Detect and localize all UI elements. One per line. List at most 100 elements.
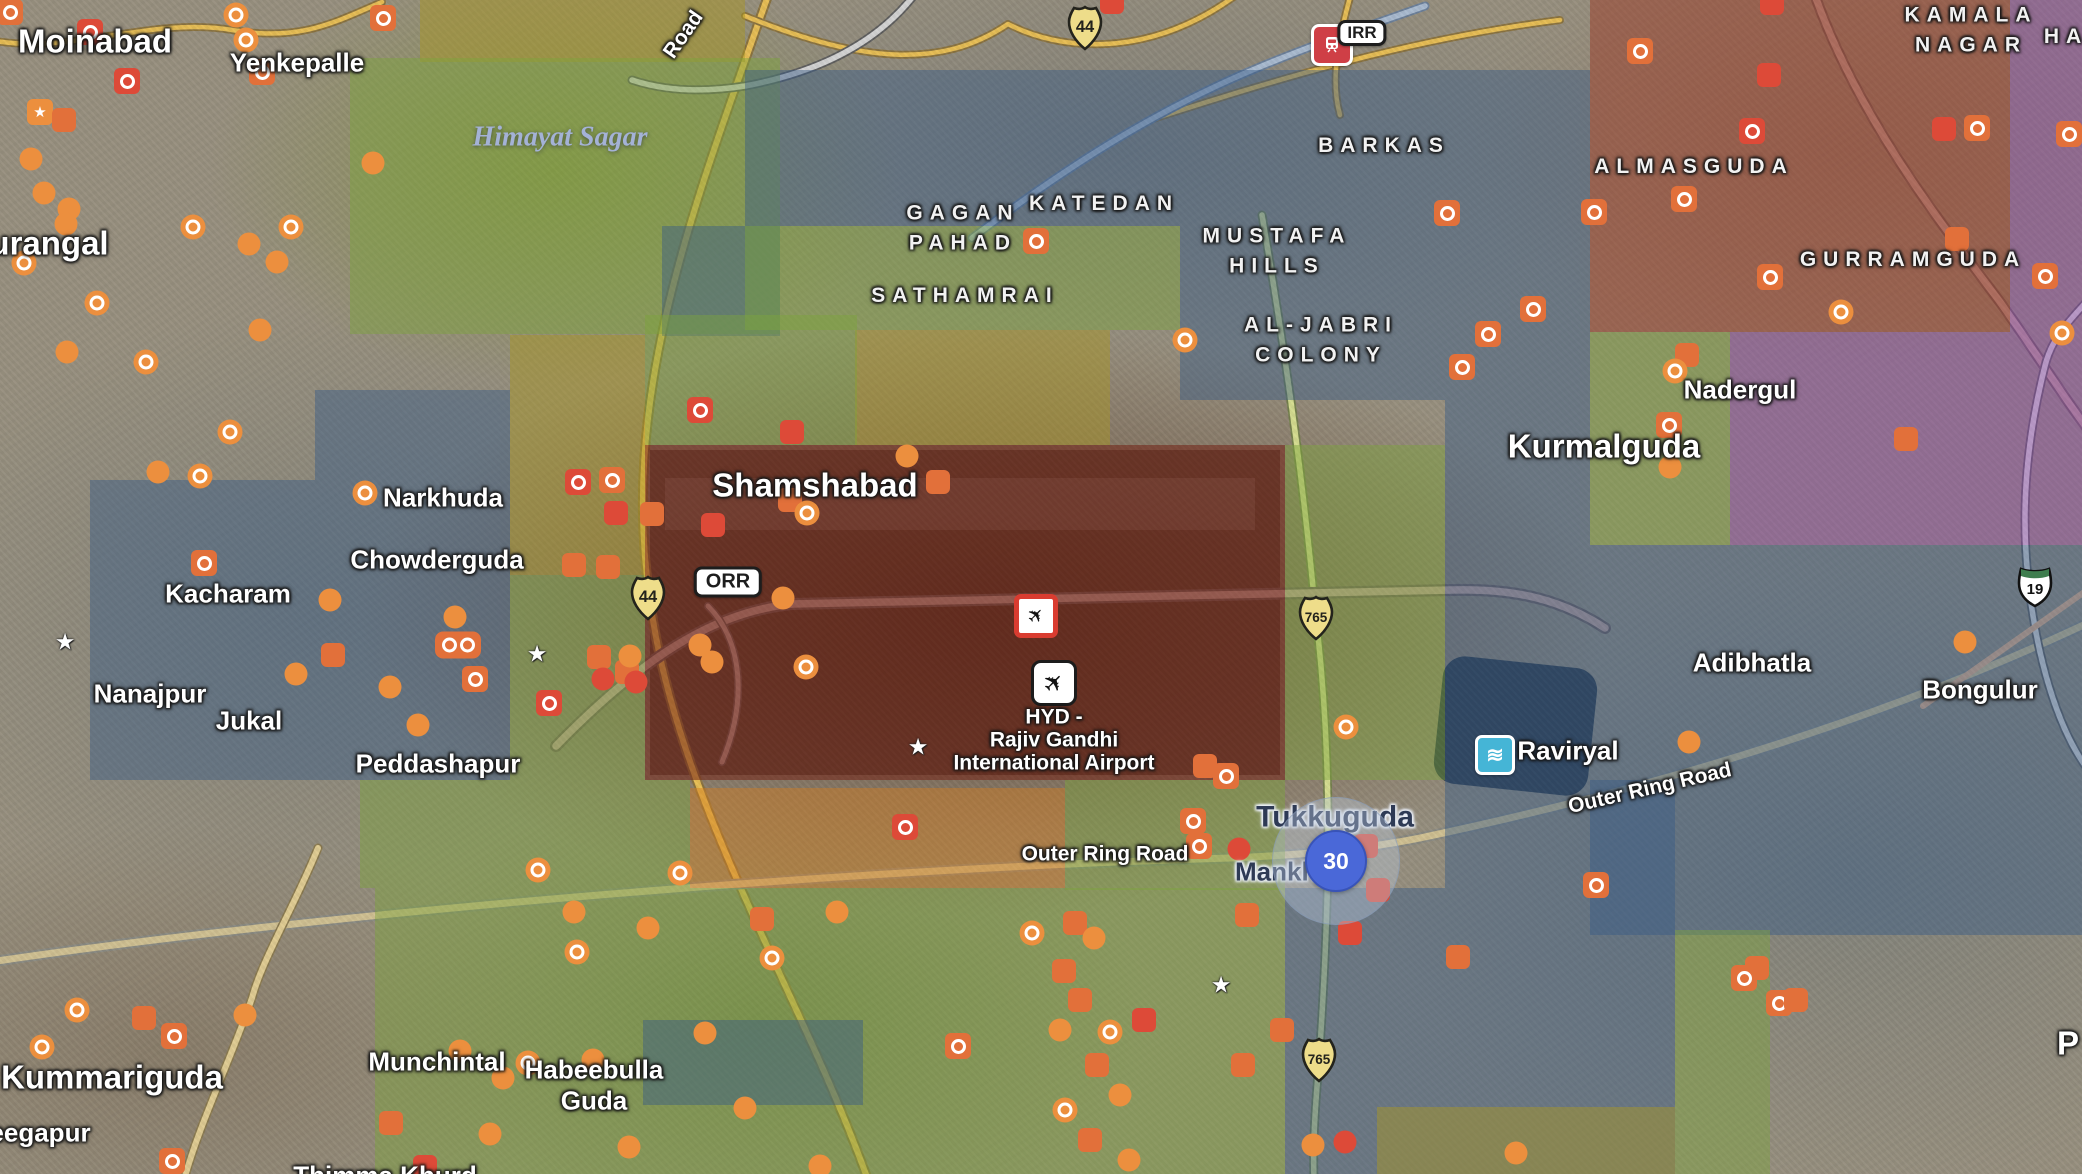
orange-dot-marker[interactable]: [238, 233, 261, 256]
red-square-ring-marker[interactable]: [892, 814, 918, 840]
orange-dot-marker[interactable]: [618, 1136, 641, 1159]
orange-dot-marker[interactable]: [20, 148, 43, 171]
red-square-marker[interactable]: [780, 420, 804, 444]
orange-ring-marker[interactable]: [794, 655, 819, 680]
orange-dot-marker[interactable]: [694, 1022, 717, 1045]
red-square-marker[interactable]: [604, 501, 628, 525]
orange-dot-marker[interactable]: [147, 461, 170, 484]
red-square-marker[interactable]: [1132, 1008, 1156, 1032]
star-marker[interactable]: ★: [527, 643, 548, 666]
red-dot-marker[interactable]: [625, 671, 648, 694]
red-square-marker[interactable]: [1757, 63, 1781, 87]
orange-square-marker[interactable]: [587, 645, 611, 669]
orange-dot-marker[interactable]: [479, 1123, 502, 1146]
orange-ring-marker[interactable]: [668, 861, 693, 886]
red-dot-marker[interactable]: [592, 668, 615, 691]
orange-dot-marker[interactable]: [249, 319, 272, 342]
orange-dot-marker[interactable]: [809, 1155, 832, 1174]
orange-dot-marker[interactable]: [772, 587, 795, 610]
red-square-ring-marker[interactable]: [565, 469, 591, 495]
cluster-marker-30[interactable]: 30: [1305, 830, 1367, 892]
orange-square-ring-marker[interactable]: [1449, 354, 1475, 380]
orange-ring-marker[interactable]: [526, 858, 551, 883]
orange-ring-marker[interactable]: [85, 291, 110, 316]
orange-square-marker[interactable]: [1270, 1018, 1294, 1042]
orange-dot-marker[interactable]: [1678, 731, 1701, 754]
orange-square-ring-marker[interactable]: [1180, 808, 1206, 834]
orange-ring-marker[interactable]: [134, 350, 159, 375]
orange-square-ring-marker[interactable]: [1213, 763, 1239, 789]
double-ring-marker[interactable]: [435, 632, 481, 659]
orange-square-ring-marker[interactable]: [1964, 115, 1990, 141]
orange-dot-marker[interactable]: [362, 152, 385, 175]
orange-square-ring-marker[interactable]: [0, 0, 23, 25]
orange-square-ring-marker[interactable]: [1731, 965, 1757, 991]
orange-square-marker[interactable]: [640, 502, 664, 526]
orange-dot-marker[interactable]: [563, 901, 586, 924]
orange-square-marker[interactable]: [1784, 988, 1808, 1012]
orange-square-marker[interactable]: [1231, 1053, 1255, 1077]
orange-dot-marker[interactable]: [619, 645, 642, 668]
orange-square-marker[interactable]: [562, 553, 586, 577]
orange-ring-marker[interactable]: [1020, 921, 1045, 946]
orange-square-ring-marker[interactable]: [191, 550, 217, 576]
lake-icon[interactable]: ≋: [1475, 735, 1515, 775]
orange-ring-marker[interactable]: [279, 215, 304, 240]
orange-square-marker[interactable]: [596, 555, 620, 579]
orange-square-ring-marker[interactable]: [1581, 199, 1607, 225]
airport-icon[interactable]: ✈: [1031, 660, 1077, 706]
orange-square-marker[interactable]: [52, 108, 76, 132]
orange-square-ring-marker[interactable]: [1475, 321, 1501, 347]
orange-dot-marker[interactable]: [407, 714, 430, 737]
orange-ring-marker[interactable]: [565, 940, 590, 965]
orange-square-ring-marker[interactable]: [159, 1148, 185, 1174]
red-square-marker[interactable]: [1932, 117, 1956, 141]
orange-dot-marker[interactable]: [1109, 1084, 1132, 1107]
orange-ring-marker[interactable]: [1053, 1098, 1078, 1123]
orange-square-marker[interactable]: [379, 1111, 403, 1135]
orange-dot-marker[interactable]: [319, 589, 342, 612]
red-square-ring-marker[interactable]: [114, 68, 140, 94]
orange-square-ring-marker[interactable]: [1520, 296, 1546, 322]
orange-square-marker[interactable]: [321, 643, 345, 667]
waypoint-plane-icon[interactable]: ✈: [1014, 594, 1058, 638]
orange-square-ring-marker[interactable]: [1434, 200, 1460, 226]
orange-square-marker[interactable]: [750, 907, 774, 931]
orange-dot-marker[interactable]: [637, 917, 660, 940]
orange-square-ring-marker[interactable]: [2032, 263, 2058, 289]
orange-dot-marker[interactable]: [266, 251, 289, 274]
orange-square-ring-marker[interactable]: [1023, 228, 1049, 254]
orange-dot-marker[interactable]: [734, 1097, 757, 1120]
orange-square-marker[interactable]: [1235, 903, 1259, 927]
orange-ring-marker[interactable]: [224, 3, 249, 28]
orange-square-ring-marker[interactable]: [1757, 264, 1783, 290]
orange-dot-marker[interactable]: [1505, 1142, 1528, 1165]
orange-ring-marker[interactable]: [65, 998, 90, 1023]
orange-ring-marker[interactable]: [218, 420, 243, 445]
orange-square-marker[interactable]: [1078, 1128, 1102, 1152]
orange-ring-marker[interactable]: [1098, 1020, 1123, 1045]
orange-ring-marker[interactable]: [353, 481, 378, 506]
red-square-ring-marker[interactable]: [536, 690, 562, 716]
orange-square-marker[interactable]: [1068, 988, 1092, 1012]
orange-dot-marker[interactable]: [33, 182, 56, 205]
orange-square-marker[interactable]: [1894, 427, 1918, 451]
orange-dot-marker[interactable]: [56, 341, 79, 364]
star-marker[interactable]: ★: [1211, 974, 1232, 997]
orange-square-marker[interactable]: [132, 1006, 156, 1030]
orange-square-ring-marker[interactable]: [1583, 872, 1609, 898]
orange-dot-marker[interactable]: [896, 445, 919, 468]
orange-square-ring-marker[interactable]: [945, 1033, 971, 1059]
orange-dot-marker[interactable]: [826, 901, 849, 924]
orange-square-ring-marker[interactable]: [462, 666, 488, 692]
orange-dot-marker[interactable]: [1118, 1149, 1141, 1172]
orange-square-ring-marker[interactable]: [2056, 121, 2082, 147]
orange-square-ring-marker[interactable]: [161, 1023, 187, 1049]
orange-square-marker[interactable]: [1052, 959, 1076, 983]
orange-ring-marker[interactable]: [1829, 300, 1854, 325]
orange-square-marker[interactable]: [926, 470, 950, 494]
star-marker[interactable]: ★: [908, 736, 929, 759]
orange-square-ring-marker[interactable]: [599, 467, 625, 493]
orange-square-ring-marker[interactable]: [1627, 38, 1653, 64]
red-dot-marker[interactable]: [1334, 1131, 1357, 1154]
